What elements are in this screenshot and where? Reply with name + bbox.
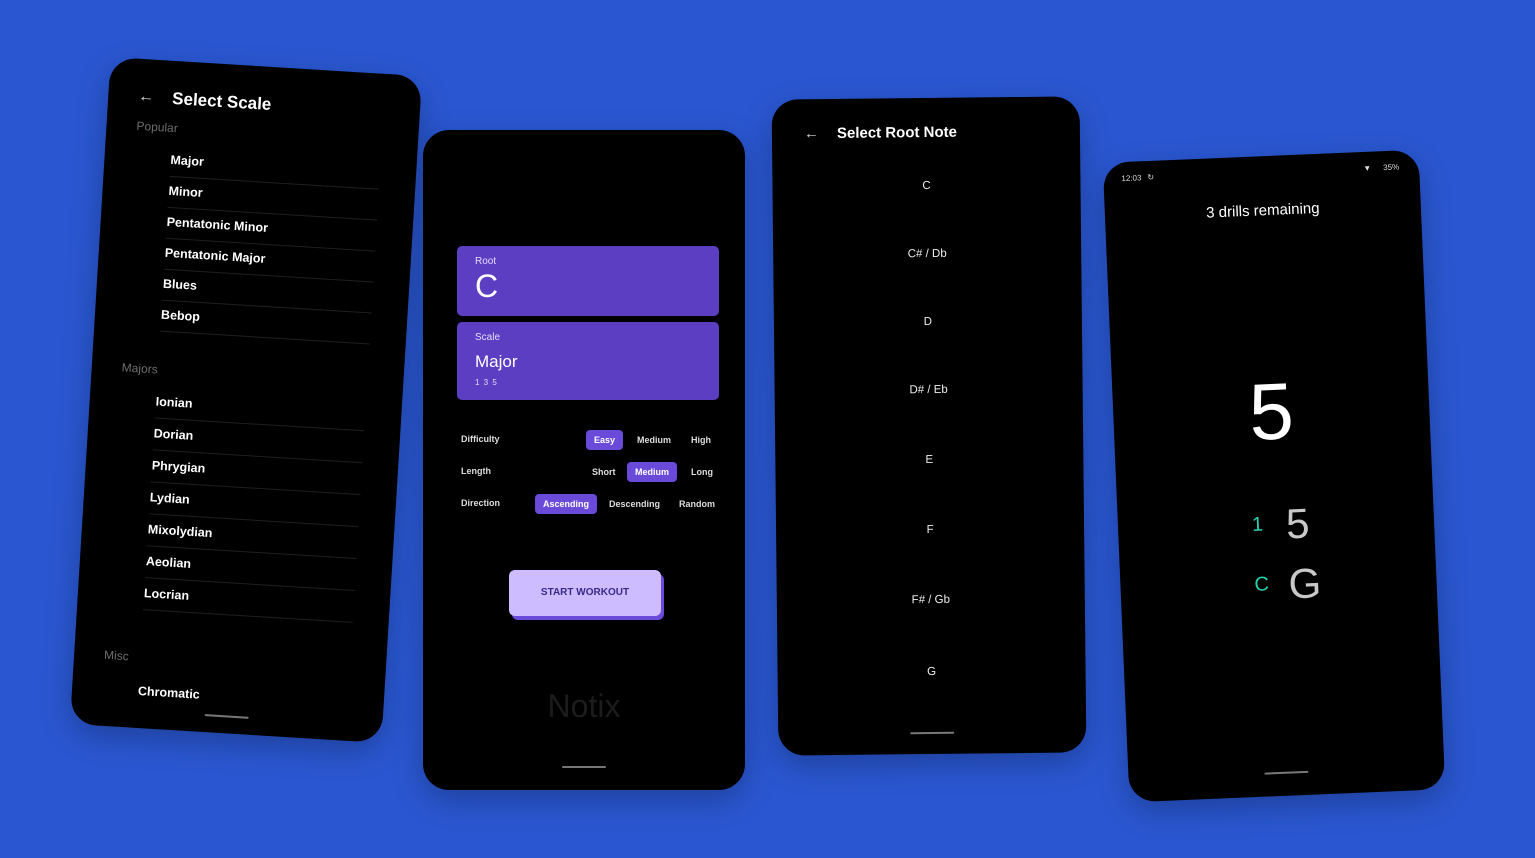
length-label: Length: [461, 466, 491, 476]
length-medium-chip[interactable]: Medium: [627, 462, 678, 482]
degree-answer: 5: [1285, 499, 1311, 548]
phone-workout-setup: Root C Scale Major 1 3 5 Difficulty Easy…: [423, 130, 745, 790]
root-header: ← Select Root Note: [804, 124, 957, 143]
direction-ascending-chip[interactable]: Ascending: [535, 494, 598, 514]
status-time: 12:03: [1121, 173, 1142, 184]
home-indicator: [1264, 770, 1309, 775]
difficulty-high-chip[interactable]: High: [683, 430, 719, 450]
phone-select-scale: ← Select Scale Popular Major Minor Penta…: [69, 57, 423, 743]
drills-remaining: 3 drills remaining: [1205, 199, 1320, 222]
scale-value: Major: [475, 352, 518, 371]
note-e[interactable]: E: [775, 452, 1083, 467]
scale-label: Scale: [475, 332, 501, 343]
scale-screen-title: Select Scale: [171, 88, 272, 114]
length-short-chip[interactable]: Short: [584, 462, 624, 482]
battery-level: 35%: [1382, 162, 1400, 173]
section-misc: Misc: [103, 647, 130, 664]
degree-row: 1 5: [1117, 494, 1433, 548]
back-arrow-icon[interactable]: ←: [804, 125, 819, 142]
degree-hint: 1: [1251, 513, 1264, 536]
note-answer: G: [1287, 559, 1323, 608]
root-label: Root: [475, 256, 497, 267]
current-degree: 5: [1247, 366, 1296, 457]
direction-label: Direction: [461, 498, 501, 508]
length-long-chip[interactable]: Long: [683, 462, 721, 482]
sync-icon: ↻: [1147, 172, 1155, 183]
scale-header: ← Select Scale: [138, 87, 272, 115]
note-g[interactable]: G: [778, 664, 1086, 679]
note-c-sharp[interactable]: C# / Db: [773, 246, 1081, 261]
start-workout-button[interactable]: START WORKOUT: [509, 570, 661, 616]
note-row: C G: [1120, 554, 1436, 607]
root-card[interactable]: Root C: [457, 246, 719, 316]
home-indicator: [562, 766, 606, 768]
scale-card[interactable]: Scale Major 1 3 5: [457, 322, 719, 400]
home-indicator: [204, 714, 249, 719]
difficulty-easy-chip[interactable]: Easy: [586, 430, 624, 450]
root-value: C: [475, 268, 499, 304]
direction-descending-chip[interactable]: Descending: [601, 494, 668, 514]
note-f[interactable]: F: [776, 522, 1084, 537]
difficulty-medium-chip[interactable]: Medium: [629, 430, 679, 450]
root-screen-title: Select Root Note: [836, 123, 958, 142]
note-f-sharp[interactable]: F# / Gb: [777, 592, 1085, 607]
brand-logo: Notix: [547, 688, 621, 724]
scale-item-chromatic[interactable]: Chromatic: [137, 678, 348, 721]
section-majors: Majors: [121, 360, 159, 377]
note-c[interactable]: C: [772, 178, 1080, 193]
note-d[interactable]: D: [774, 314, 1082, 329]
difficulty-label: Difficulty: [461, 434, 500, 444]
wifi-icon: ▼: [1363, 163, 1372, 173]
phone-select-root: ← Select Root Note C C# / Db D D# / Eb E…: [771, 96, 1087, 756]
length-row: Length Short Medium Long: [461, 462, 717, 484]
scale-degrees: 1 3 5: [475, 378, 498, 387]
section-popular: Popular: [136, 118, 179, 136]
direction-row: Direction Ascending Descending Random: [461, 494, 717, 516]
phone-workout: 12:03 ↻ ▼ 35% 3 drills remaining 5 1 5 C…: [1102, 149, 1446, 803]
note-d-sharp[interactable]: D# / Eb: [775, 382, 1083, 397]
direction-random-chip[interactable]: Random: [671, 494, 723, 514]
back-arrow-icon[interactable]: ←: [138, 88, 155, 107]
difficulty-row: Difficulty Easy Medium High: [461, 430, 717, 452]
note-hint: C: [1254, 573, 1270, 596]
home-indicator: [910, 731, 955, 735]
